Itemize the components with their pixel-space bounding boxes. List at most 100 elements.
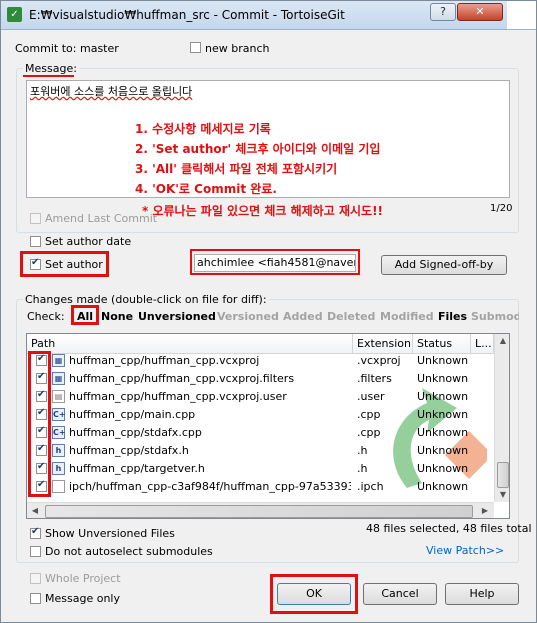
file-row[interactable]: ▦ huffman_cpp/huffman_cpp.vcxproj.filter… (27, 370, 495, 388)
generic-file-icon (52, 480, 65, 493)
file-path: ipch/huffman_cpp-c3af984f/huffman_cpp-97… (69, 480, 351, 493)
column-header-lines[interactable]: L... (471, 334, 494, 354)
commit-dialog: ✓ E:₩visualstudio₩huffman_src - Commit -… (0, 0, 537, 623)
close-window-button[interactable]: ✕ (457, 3, 503, 21)
file-row[interactable]: C+ huffman_cpp/stdafx.cpp .cpp Unknown (27, 424, 495, 442)
file-row[interactable]: ipch/huffman_cpp-c3af984f/huffman_cpp-97… (27, 478, 495, 496)
instruction-note: * 오류나는 파일 있으면 체크 해제하고 재시도!! (142, 204, 384, 218)
changed-files-list[interactable]: Path Extension Status L... ▦ huffman_cpp… (26, 333, 510, 519)
ok-button[interactable]: OK (277, 583, 351, 605)
title-bar: ✓ E:₩visualstudio₩huffman_src - Commit -… (1, 1, 536, 30)
column-header-path[interactable]: Path (27, 334, 353, 354)
file-row[interactable]: ▤ huffman_cpp/huffman_cpp.vcxproj.user .… (27, 388, 495, 406)
file-extension: .h (357, 462, 368, 475)
filter-submodules[interactable]: Submodules (471, 310, 519, 323)
scroll-right-arrow-icon[interactable]: ▶ (477, 506, 493, 515)
filter-none[interactable]: None (101, 310, 133, 323)
file-extension: .ipch (357, 480, 384, 493)
instruction-step-4: 4. 'OK'로 Commit 완료. (135, 182, 277, 196)
add-signed-off-by-button[interactable]: Add Signed-off-by (381, 255, 507, 275)
no-autoselect-submodules-checkbox[interactable] (30, 546, 41, 557)
message-label: Message: (23, 62, 79, 75)
file-extension: .vcxproj (357, 354, 401, 367)
show-unversioned-checkbox[interactable] (30, 526, 41, 539)
check-label: Check: (27, 310, 65, 323)
column-header-extension[interactable]: Extension (353, 334, 413, 354)
help-button[interactable]: Help (445, 583, 519, 605)
file-row[interactable]: ▦ huffman_cpp/huffman_cpp.vcxproj .vcxpr… (27, 352, 495, 370)
user-file-icon: ▤ (52, 390, 65, 403)
amend-last-commit-label: Amend Last Commit (45, 212, 158, 225)
filter-unversioned[interactable]: Unversioned (138, 310, 216, 323)
file-status: Unknown (417, 462, 469, 475)
filters-file-icon: ▦ (52, 372, 65, 385)
filter-added[interactable]: Added (283, 310, 323, 323)
vertical-scroll-thumb[interactable] (497, 462, 509, 488)
file-status: Unknown (417, 390, 469, 403)
file-extension: .user (357, 390, 385, 403)
file-status: Unknown (417, 354, 469, 367)
show-unversioned-label: Show Unversioned Files (45, 527, 175, 540)
commit-to-label: Commit to: (15, 42, 77, 55)
file-extension: .cpp (357, 426, 381, 439)
header-file-icon: h (52, 444, 65, 457)
set-author-date-checkbox[interactable] (30, 236, 41, 247)
changes-label: Changes made (double-click on file for d… (23, 293, 269, 306)
new-branch-label: new branch (205, 42, 270, 55)
file-path: huffman_cpp/huffman_cpp.vcxproj (69, 354, 260, 367)
filter-files[interactable]: Files (438, 310, 467, 323)
vcxproj-file-icon: ▦ (52, 354, 65, 367)
file-status: Unknown (417, 480, 469, 493)
file-path: huffman_cpp/huffman_cpp.vcxproj.user (69, 390, 287, 403)
file-status: Unknown (417, 426, 469, 439)
set-author-checkbox[interactable] (30, 257, 41, 270)
window-title: E:₩visualstudio₩huffman_src - Commit - T… (29, 8, 345, 22)
set-author-date-label: Set author date (45, 235, 132, 248)
instruction-step-1: 1. 수정사항 메세지로 기록 (135, 122, 271, 136)
file-status: Unknown (417, 444, 469, 457)
message-label-underline (23, 75, 74, 77)
message-only-label: Message only (45, 592, 120, 605)
commit-message-text: 포워버에 소스를 처음으로 올립니다 (30, 85, 193, 98)
file-row[interactable]: C+ huffman_cpp/main.cpp .cpp Unknown (27, 406, 495, 424)
message-line-counter: 1/20 (490, 203, 513, 214)
file-path: huffman_cpp/targetver.h (69, 462, 205, 475)
commit-branch-name: master (80, 42, 119, 55)
column-header-status[interactable]: Status (413, 334, 471, 354)
filter-all[interactable]: All (77, 310, 93, 323)
file-path: huffman_cpp/main.cpp (69, 408, 196, 421)
file-status: Unknown (417, 372, 469, 385)
amend-last-commit-checkbox[interactable] (30, 213, 41, 224)
file-list-horizontal-scrollbar[interactable]: ◀ ▶ (27, 502, 494, 518)
tortoisegit-app-icon: ✓ (7, 7, 22, 22)
scroll-up-arrow-icon[interactable]: ▲ (495, 336, 509, 345)
cancel-button[interactable]: Cancel (363, 583, 437, 605)
filter-deleted[interactable]: Deleted (327, 310, 375, 323)
whole-project-checkbox[interactable] (30, 573, 41, 584)
filter-versioned[interactable]: Versioned (217, 310, 279, 323)
view-patch-link[interactable]: View Patch>> (426, 544, 504, 557)
file-row[interactable]: h huffman_cpp/targetver.h .h Unknown (27, 460, 495, 478)
instruction-step-3: 3. 'All' 클릭해서 파일 전체 포함시키기 (135, 162, 338, 176)
file-path: huffman_cpp/stdafx.cpp (69, 426, 202, 439)
message-only-checkbox[interactable] (30, 593, 41, 604)
new-branch-checkbox[interactable] (190, 42, 201, 53)
file-extension: .h (357, 444, 368, 457)
file-row[interactable]: h huffman_cpp/stdafx.h .h Unknown (27, 442, 495, 460)
file-extension: .filters (357, 372, 392, 385)
cpp-file-icon: C+ (52, 426, 66, 439)
scroll-down-arrow-icon[interactable]: ▼ (495, 490, 509, 499)
title-bar-blank (507, 1, 536, 29)
whole-project-label: Whole Project (45, 572, 121, 585)
scroll-left-arrow-icon[interactable]: ◀ (27, 506, 43, 515)
cpp-file-icon: C+ (52, 408, 66, 421)
help-title-button[interactable]: ? (430, 3, 456, 21)
horizontal-scroll-thumb[interactable] (45, 505, 473, 518)
instruction-step-2: 2. 'Set author' 체크후 아이디와 이메일 기입 (135, 142, 381, 156)
file-path: huffman_cpp/stdafx.h (69, 444, 189, 457)
set-author-label: Set author (45, 258, 103, 271)
filter-modified[interactable]: Modified (380, 310, 434, 323)
author-input[interactable]: ahchimlee <fiah4581@naver.com> (194, 254, 356, 272)
file-list-vertical-scrollbar[interactable]: ▲ ▼ (494, 334, 509, 502)
checkbox-column-highlight (28, 351, 51, 497)
